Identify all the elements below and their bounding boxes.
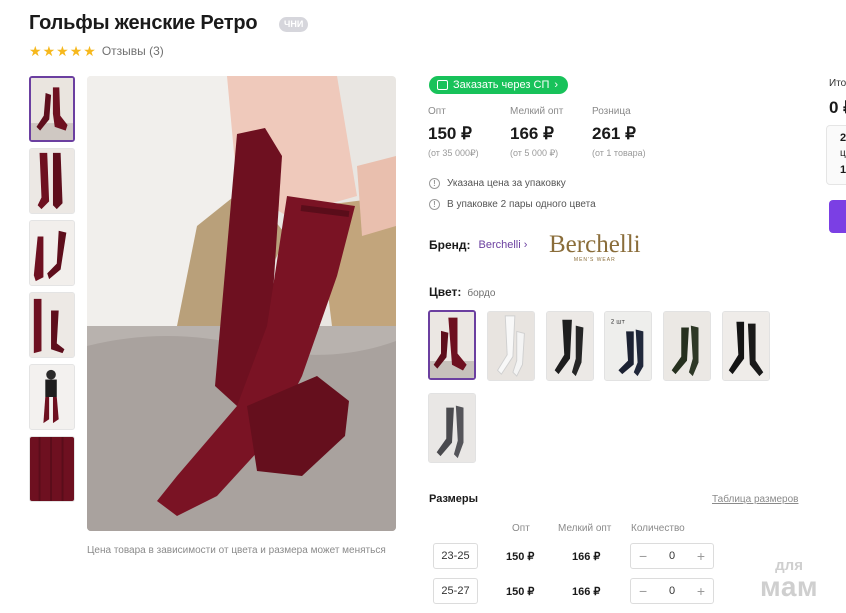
color-row: Цвет: бордо [429,285,495,299]
price-tier-condition: (от 5 000 ₽) [510,148,559,158]
summary-card-line: 1 [840,164,846,176]
quantity-stepper: − 0 + [630,543,714,569]
size-label: 25-27 [433,578,478,604]
chevron-right-icon: › [554,79,559,91]
brand-label: Бренд: [429,238,471,252]
color-swatch-bordo[interactable] [428,310,476,380]
size-chart-link[interactable]: Таблица размеров [712,494,798,505]
watermark: для мам [760,558,818,601]
star-icon: ★ [69,43,83,59]
product-badge: ЧНИ [279,17,309,32]
thumbnail[interactable] [29,364,75,430]
info-price-per-pack: ! Указана цена за упаковку [429,178,566,189]
size-price-wholesale: 150 ₽ [506,586,535,598]
color-label: Цвет: [429,285,462,299]
color-swatch-grey[interactable] [428,393,476,463]
info-text: Указана цена за упаковку [447,178,566,189]
info-pack-contents: ! В упаковке 2 пары одного цвета [429,199,596,210]
size-table-header-quantity: Количество [631,523,685,534]
info-icon: ! [429,199,440,210]
brand-row: Бренд: Berchelli › [429,238,527,252]
star-icon: ★ [42,43,56,59]
star-icon: ★ [83,43,96,59]
price-tier-condition: (от 1 товара) [592,148,646,158]
info-text: В упаковке 2 пары одного цвета [447,199,596,210]
price-tier-wholesale: Опт 150 ₽ (от 35 000₽) [428,106,510,159]
summary-card: 2 ц 1 [826,125,846,185]
product-title: Гольфы женские Ретро [29,12,258,34]
price-tier-label: Мелкий опт [510,106,564,117]
quantity-value[interactable]: 0 [669,585,675,597]
rating-stars: ★ ★ ★ ★ ★ [29,44,96,58]
price-tiers: Опт 150 ₽ (от 35 000₽) Мелкий опт 166 ₽ … [428,106,674,159]
thumbnail[interactable] [29,220,75,286]
thumbnail[interactable] [29,436,75,502]
price-tier-value: 261 ₽ [592,124,636,143]
order-via-sp-label: Заказать через СП [453,79,550,91]
increment-button[interactable]: + [697,549,705,563]
thumbnail[interactable] [29,148,75,214]
color-swatch-dark-green[interactable] [663,311,711,381]
size-price-wholesale: 150 ₽ [506,551,535,563]
color-swatch-navy[interactable]: 2 шт [604,311,652,381]
reviews-link[interactable]: Отзывы (3) [102,44,164,58]
size-table-header-small-wholesale: Мелкий опт [558,523,612,534]
size-price-small-wholesale: 166 ₽ [572,586,601,598]
summary-card-line: ц [840,148,846,159]
bag-icon [437,80,448,90]
thumbnail[interactable] [29,292,75,358]
sizes-title: Размеры [429,493,479,505]
price-tier-small-wholesale: Мелкий опт 166 ₽ (от 5 000 ₽) [510,106,592,159]
size-price-small-wholesale: 166 ₽ [572,551,601,563]
watermark-line: мам [760,571,819,602]
price-tier-value: 150 ₽ [428,124,472,143]
star-icon: ★ [56,43,69,59]
color-value: бордо [467,288,496,299]
star-icon: ★ [29,43,42,59]
brand-link[interactable]: Berchelli › [479,239,528,251]
color-swatch-black[interactable] [546,311,594,381]
size-table-header-wholesale: Опт [512,523,530,534]
summary-label: Ито [829,78,846,89]
thumbnail[interactable] [29,76,75,142]
info-icon: ! [429,178,440,189]
main-product-photo[interactable] [87,76,396,531]
decrement-button[interactable]: − [639,549,647,563]
price-tier-label: Розница [592,106,631,117]
decrement-button[interactable]: − [639,584,647,598]
thumbnail-list [29,76,75,508]
quantity-value[interactable]: 0 [669,550,675,562]
brand-logo-text: Berchelli [549,231,641,258]
quantity-stepper: − 0 + [630,578,714,604]
increment-button[interactable]: + [697,584,705,598]
order-via-sp-button[interactable]: Заказать через СП › [429,76,569,94]
brand-name: Berchelli [478,239,521,251]
rating: ★ ★ ★ ★ ★ Отзывы (3) [29,44,164,58]
price-tier-label: Опт [428,106,446,117]
price-tier-retail: Розница 261 ₽ (от 1 товара) [592,106,674,159]
brand-logo[interactable]: Berchelli MEN'S WEAR [549,232,641,263]
size-label: 23-25 [433,543,478,569]
price-tier-condition: (от 35 000₽) [428,148,479,158]
color-swatch-white[interactable] [487,311,535,381]
pack-count-label: 2 шт [611,320,626,326]
summary-total: 0 ₽ [829,98,846,117]
color-swatch-black-2[interactable] [722,311,770,381]
add-to-cart-button[interactable] [829,200,846,233]
price-tier-value: 166 ₽ [510,124,554,143]
price-variation-note: Цена товара в зависимости от цвета и раз… [87,545,386,556]
summary-card-line: 2 [840,132,846,144]
